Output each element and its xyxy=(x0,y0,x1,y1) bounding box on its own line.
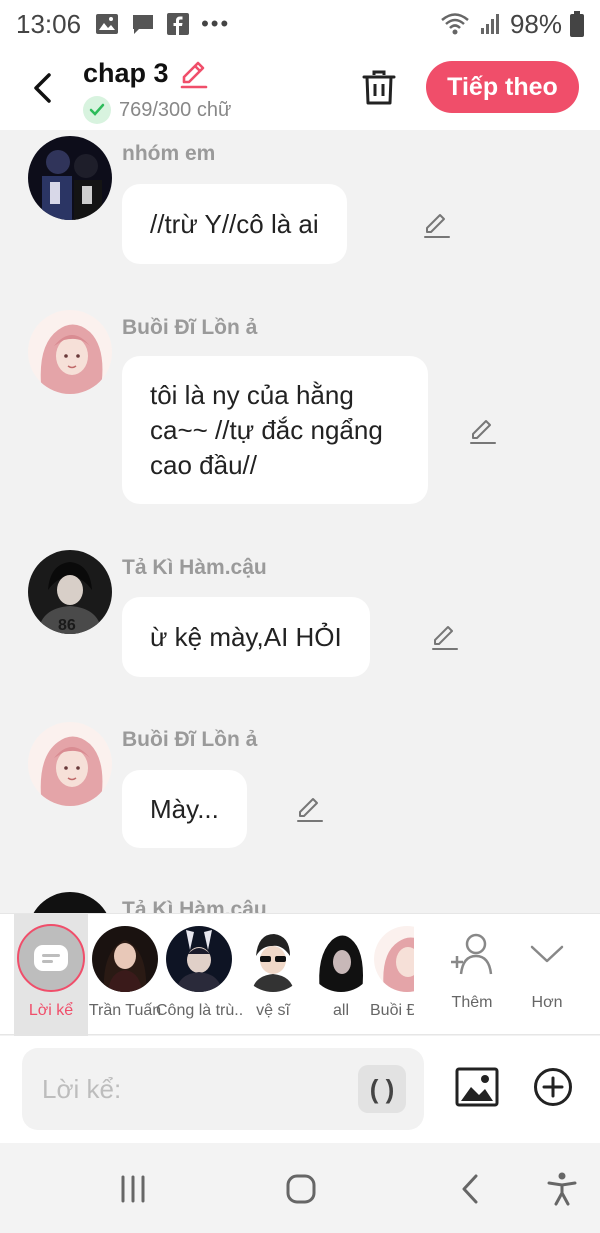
home-button[interactable] xyxy=(281,1169,321,1209)
next-button[interactable]: Tiếp theo xyxy=(426,61,579,113)
pencil-icon xyxy=(297,798,323,822)
message-text: tôi là ny của hằng ca~~ //tự đắc ngẩng c… xyxy=(150,379,383,480)
narrator-avatar xyxy=(17,924,85,992)
message-text: //trừ Y//cô là ai xyxy=(150,208,319,239)
accessibility-icon xyxy=(547,1172,577,1206)
message-bubble[interactable]: ừ kệ mày,AI HỎI xyxy=(122,597,370,677)
message-icon xyxy=(131,13,155,35)
message-input[interactable] xyxy=(42,1068,342,1110)
wifi-icon xyxy=(440,12,470,36)
word-count-text: 769/300 chữ xyxy=(119,98,232,121)
check-icon xyxy=(83,96,111,124)
chapter-title[interactable]: chap 3 xyxy=(83,58,169,89)
chat-area[interactable]: nhóm em //trừ Y//cô là ai Buồi Đĩ Lồn ả … xyxy=(0,130,600,913)
pencil-icon xyxy=(180,61,208,89)
home-icon xyxy=(286,1174,316,1204)
avatar[interactable] xyxy=(28,722,112,806)
edit-message-button[interactable] xyxy=(294,793,326,825)
sender-name: Tả Kì Hàm.cậu xyxy=(122,556,267,579)
message-bubble[interactable]: //trừ Y//cô là ai xyxy=(122,184,347,264)
composer: ( ) xyxy=(0,1036,600,1143)
sender-name: nhóm em xyxy=(122,142,216,165)
message-input-box[interactable]: ( ) xyxy=(22,1048,424,1130)
accessibility-button[interactable] xyxy=(542,1169,582,1209)
system-back-button[interactable] xyxy=(450,1169,490,1209)
svg-text:86: 86 xyxy=(58,617,76,634)
word-count: 769/300 chữ xyxy=(83,96,231,124)
character-bar: Lời kể Trần Tuấn Công là trù... vệ sĩ al… xyxy=(0,913,600,1036)
more-characters-button[interactable]: Hơn xyxy=(507,914,587,1036)
battery-icon xyxy=(570,11,584,37)
top-bar: chap 3 769/300 chữ Tiếp theo xyxy=(0,48,600,130)
message-bubble[interactable]: tôi là ny của hằng ca~~ //tự đắc ngẩng c… xyxy=(122,356,428,504)
avatar xyxy=(308,926,374,992)
status-time: 13:06 xyxy=(16,8,82,39)
character-item[interactable]: all xyxy=(304,914,378,1036)
edit-message-button[interactable] xyxy=(467,415,499,447)
avatar xyxy=(374,926,414,992)
character-item[interactable]: Buồi Đ xyxy=(370,914,414,1036)
delete-button[interactable] xyxy=(360,66,398,110)
message-bubble[interactable]: Mày... xyxy=(122,770,247,848)
recent-apps-button[interactable] xyxy=(113,1169,153,1209)
avatar[interactable] xyxy=(28,310,112,394)
sender-name: Buồi Đĩ Lồn ả xyxy=(122,316,258,339)
character-item[interactable]: Trần Tuấn xyxy=(88,914,162,1036)
pencil-icon xyxy=(432,626,458,650)
avatar[interactable] xyxy=(28,892,112,913)
more-label: Hơn xyxy=(531,994,563,1011)
avatar[interactable] xyxy=(28,136,112,220)
signal-icon xyxy=(480,13,502,35)
message-text: Mày... xyxy=(150,793,219,824)
status-bar: 13:06 ••• 98% xyxy=(0,0,600,48)
recent-apps-icon xyxy=(121,1175,145,1203)
character-item[interactable]: Công là trù... xyxy=(156,914,242,1036)
parentheses-button[interactable]: ( ) xyxy=(358,1065,406,1113)
avatar xyxy=(166,926,232,992)
character-narrator[interactable]: Lời kể xyxy=(14,914,88,1036)
facebook-icon xyxy=(167,13,190,35)
back-arrow-icon xyxy=(34,73,51,103)
image-icon xyxy=(455,1067,499,1107)
back-icon xyxy=(462,1174,478,1204)
add-character-button[interactable]: Thêm xyxy=(432,914,512,1036)
chevron-down-icon xyxy=(523,930,571,978)
avatar[interactable]: 86 xyxy=(28,550,112,634)
character-label: Buồi Đ xyxy=(370,1002,414,1019)
trash-icon xyxy=(362,70,396,105)
edit-title-button[interactable] xyxy=(178,58,210,95)
back-button[interactable] xyxy=(26,68,58,108)
insert-image-button[interactable] xyxy=(454,1064,500,1110)
avatar xyxy=(92,926,158,992)
speech-bubble-icon xyxy=(34,945,68,971)
add-button[interactable] xyxy=(532,1066,574,1108)
avatar xyxy=(240,926,306,992)
sender-name: Tả Kì Hàm.cậu xyxy=(122,898,267,913)
more-dots-icon: ••• xyxy=(201,11,231,36)
pencil-icon xyxy=(470,420,496,444)
edit-message-button[interactable] xyxy=(421,209,453,241)
add-label: Thêm xyxy=(451,994,493,1011)
sender-name: Buồi Đĩ Lồn ả xyxy=(122,728,258,751)
pencil-icon xyxy=(424,214,450,238)
gallery-icon xyxy=(95,13,119,35)
edit-message-button[interactable] xyxy=(429,621,461,653)
message-text: ừ kệ mày,AI HỎI xyxy=(150,621,342,652)
battery-percent: 98% xyxy=(509,8,562,39)
plus-circle-icon xyxy=(534,1068,572,1106)
add-person-icon xyxy=(448,930,496,978)
system-nav-bar xyxy=(0,1143,600,1233)
